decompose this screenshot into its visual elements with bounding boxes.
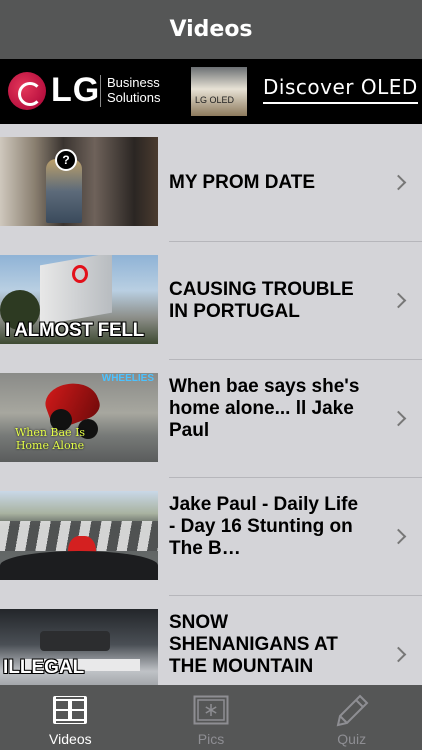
ad-cta[interactable]: Discover OLED <box>263 75 418 104</box>
ad-tagline-line2: Solutions <box>107 90 161 105</box>
video-row[interactable]: ? MY PROM DATE <box>0 124 422 242</box>
ad-banner[interactable]: LG Business Solutions LG OLED Discover O… <box>0 59 422 124</box>
thumb-overlay-subtext: When Bae Is Home Alone <box>14 426 86 452</box>
ad-tagline-line1: Business <box>107 75 160 90</box>
pencil-icon <box>336 694 369 727</box>
chevron-right-icon <box>390 174 407 191</box>
tab-bar: Videos Pics Quiz <box>0 685 422 750</box>
nav-bar: Videos <box>0 0 422 59</box>
video-title: When bae says she's home alone... ll Jak… <box>169 376 360 441</box>
ad-separator <box>100 75 101 107</box>
video-title: Jake Paul - Daily Life - Day 16 Stunting… <box>169 494 359 559</box>
thumb-overlay-text: WHEELIES <box>101 373 154 384</box>
video-thumbnail: I ALMOST FELL <box>0 255 158 344</box>
film-strip-icon <box>53 696 88 724</box>
video-thumbnail: ? <box>0 137 158 226</box>
video-thumbnail <box>0 491 158 580</box>
video-row[interactable]: ILLEGAL SNOW SHENANIGANS AT THE MOUNTAIN <box>0 596 422 685</box>
ad-brand: LG <box>51 71 101 109</box>
video-row[interactable]: Jake Paul - Daily Life - Day 16 Stunting… <box>0 478 422 596</box>
chevron-right-icon <box>390 292 407 309</box>
video-title: CAUSING TROUBLE IN PORTUGAL <box>169 279 354 322</box>
page-title: Videos <box>169 17 253 42</box>
ad-tv-label: LG OLED <box>195 95 235 105</box>
tab-videos[interactable]: Videos <box>0 685 141 750</box>
tab-quiz[interactable]: Quiz <box>281 685 422 750</box>
tab-label: Videos <box>49 731 92 747</box>
ad-tv-image: LG OLED <box>191 67 247 116</box>
thumb-overlay-text: ? <box>55 149 77 171</box>
video-title: MY PROM DATE <box>169 172 316 193</box>
chevron-right-icon <box>390 646 407 663</box>
video-row[interactable]: I ALMOST FELL CAUSING TROUBLE IN PORTUGA… <box>0 242 422 360</box>
chevron-right-icon <box>390 528 407 545</box>
chevron-right-icon <box>390 410 407 427</box>
lg-logo <box>8 72 46 110</box>
tab-label: Quiz <box>337 731 367 747</box>
thumb-overlay-text: ILLEGAL <box>3 657 85 678</box>
tab-label: Pics <box>197 731 225 747</box>
thumb-overlay-text: I ALMOST FELL <box>5 320 144 341</box>
video-thumbnail: ILLEGAL <box>0 609 158 685</box>
video-title: SNOW SHENANIGANS AT THE MOUNTAIN <box>169 612 338 677</box>
ad-tagline: Business Solutions <box>107 75 160 105</box>
tab-pics[interactable]: Pics <box>141 685 282 750</box>
video-row[interactable]: WHEELIES When Bae Is Home Alone When bae… <box>0 360 422 478</box>
snowflake-photo-icon <box>193 695 229 725</box>
video-thumbnail: WHEELIES When Bae Is Home Alone <box>0 373 158 462</box>
video-list[interactable]: ? MY PROM DATE I ALMOST FELL CAUSING TRO… <box>0 124 422 685</box>
